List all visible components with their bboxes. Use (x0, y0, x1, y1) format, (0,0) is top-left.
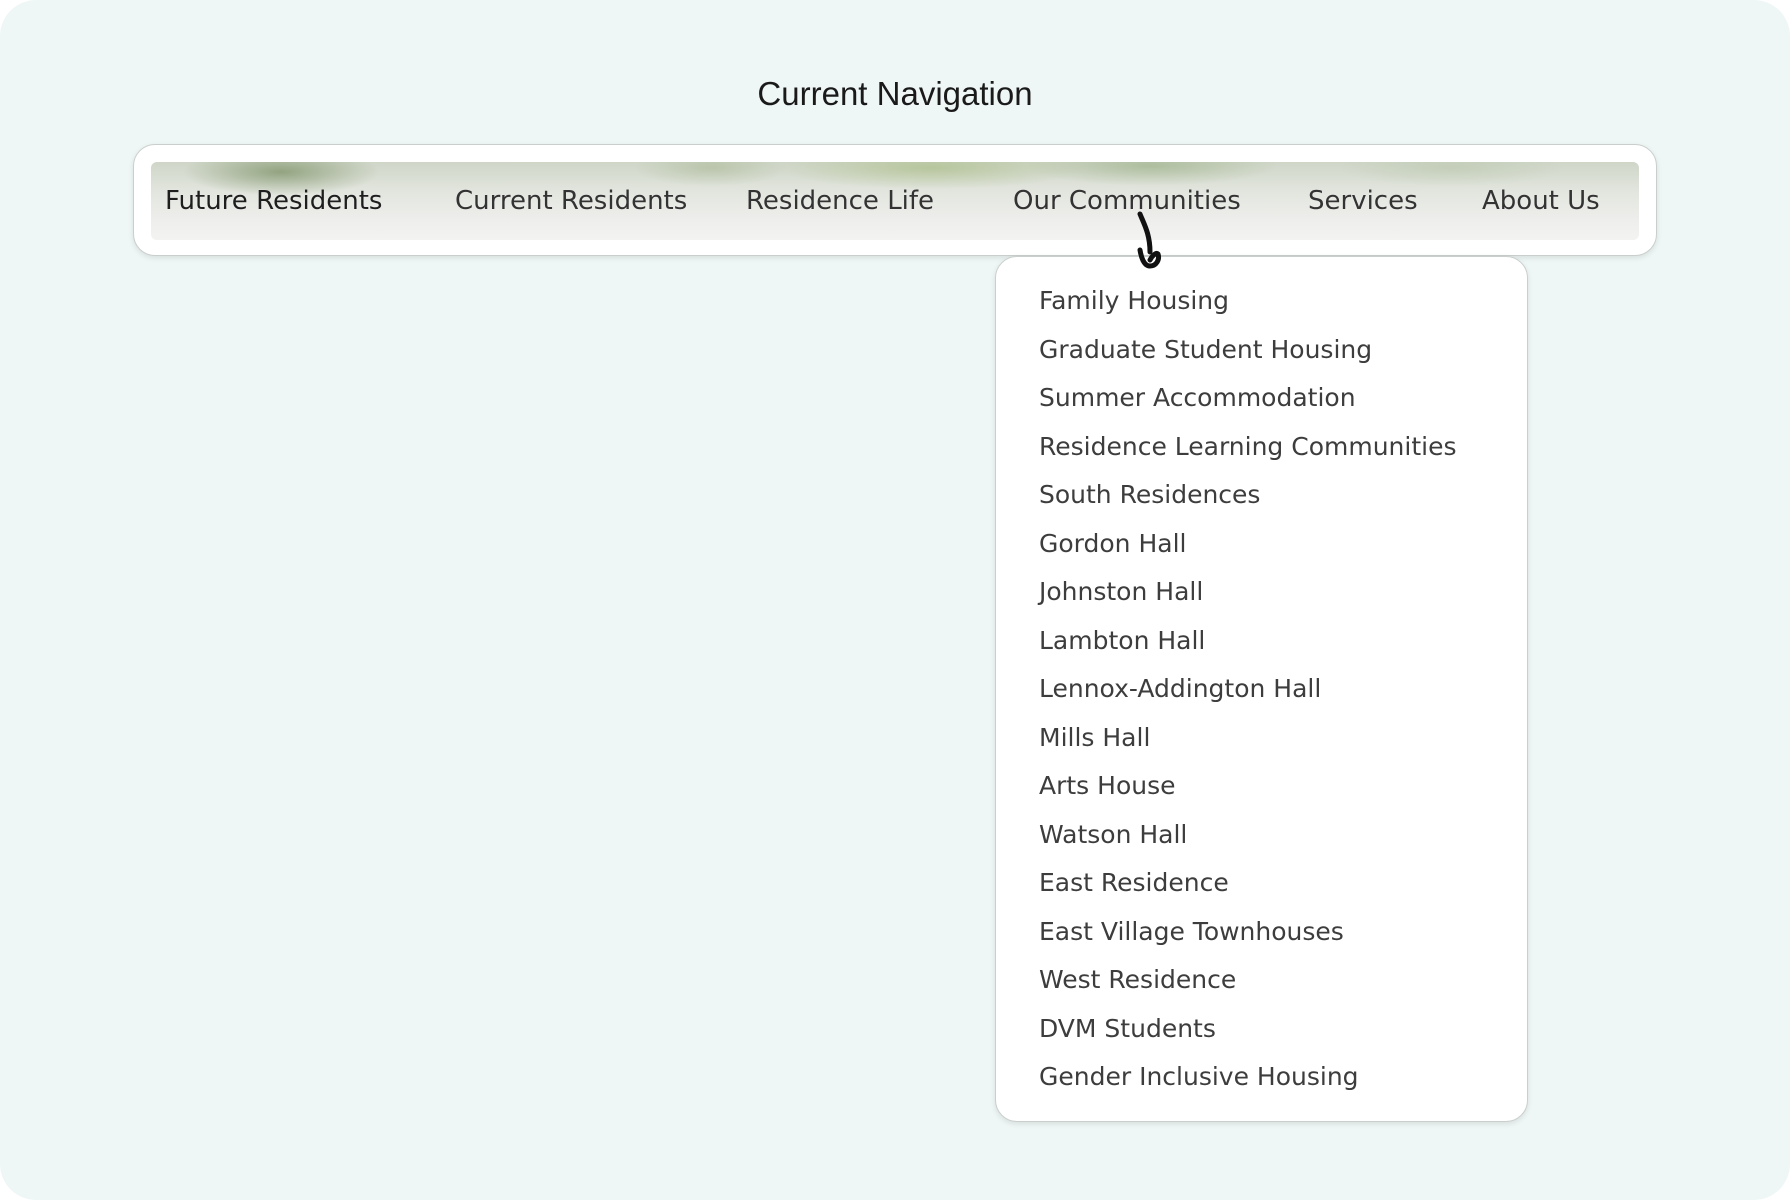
nav-item-residence-life[interactable]: Residence Life (746, 162, 934, 240)
nav-item-about-us[interactable]: About Us (1482, 162, 1600, 240)
navigation-frame: Future Residents Current Residents Resid… (133, 144, 1657, 256)
dropdown-item-arts-house[interactable]: Arts House (1039, 762, 1457, 811)
communities-dropdown-menu: Family Housing Graduate Student Housing … (995, 256, 1528, 1122)
canvas-background: Current Navigation Future Residents Curr… (0, 0, 1790, 1200)
nav-item-our-communities[interactable]: Our Communities (1013, 162, 1241, 240)
dropdown-item-mills-hall[interactable]: Mills Hall (1039, 714, 1457, 763)
dropdown-item-gordon-hall[interactable]: Gordon Hall (1039, 520, 1457, 569)
nav-item-services[interactable]: Services (1308, 162, 1418, 240)
dropdown-item-residence-learning-communities[interactable]: Residence Learning Communities (1039, 423, 1457, 472)
hand-drawn-arrow-icon (1137, 211, 1161, 269)
dropdown-item-johnston-hall[interactable]: Johnston Hall (1039, 568, 1457, 617)
dropdown-item-watson-hall[interactable]: Watson Hall (1039, 811, 1457, 860)
dropdown-item-summer-accommodation[interactable]: Summer Accommodation (1039, 374, 1457, 423)
dropdown-item-west-residence[interactable]: West Residence (1039, 956, 1457, 1005)
dropdown-item-family-housing[interactable]: Family Housing (1039, 277, 1457, 326)
dropdown-item-lambton-hall[interactable]: Lambton Hall (1039, 617, 1457, 666)
navigation-bar: Future Residents Current Residents Resid… (151, 162, 1639, 240)
dropdown-item-dvm-students[interactable]: DVM Students (1039, 1005, 1457, 1054)
nav-item-future-residents[interactable]: Future Residents (165, 162, 382, 240)
dropdown-item-east-village-townhouses[interactable]: East Village Townhouses (1039, 908, 1457, 957)
dropdown-item-south-residences[interactable]: South Residences (1039, 471, 1457, 520)
dropdown-item-east-residence[interactable]: East Residence (1039, 859, 1457, 908)
dropdown-list: Family Housing Graduate Student Housing … (1039, 277, 1457, 1102)
nav-item-current-residents[interactable]: Current Residents (455, 162, 687, 240)
dropdown-item-gender-inclusive-housing[interactable]: Gender Inclusive Housing (1039, 1053, 1457, 1102)
dropdown-item-graduate-student-housing[interactable]: Graduate Student Housing (1039, 326, 1457, 375)
page-title: Current Navigation (757, 75, 1033, 112)
dropdown-item-lennox-addington-hall[interactable]: Lennox-Addington Hall (1039, 665, 1457, 714)
